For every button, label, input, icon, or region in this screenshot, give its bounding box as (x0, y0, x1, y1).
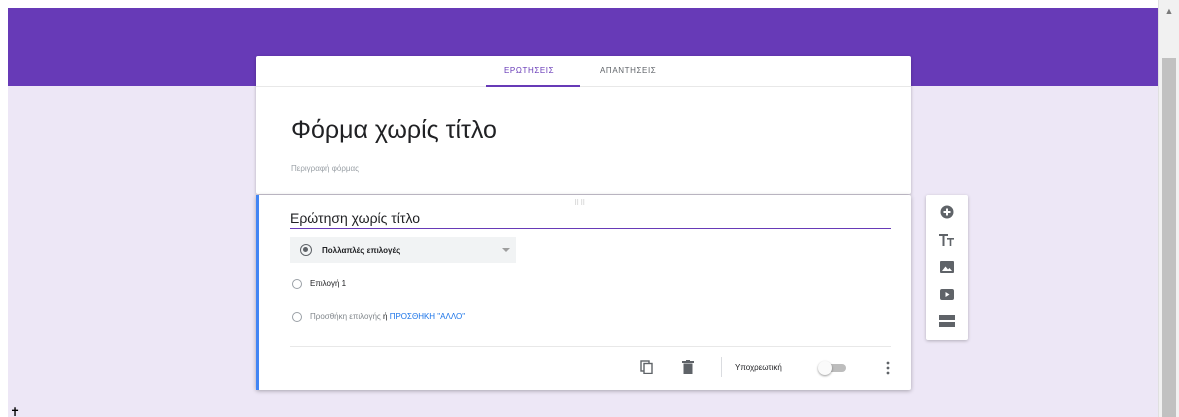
footer-vertical-divider (721, 357, 722, 377)
dropdown-arrow-icon (502, 248, 510, 252)
active-tab-indicator (486, 85, 580, 87)
scroll-thumb[interactable] (1162, 58, 1176, 417)
left-edge (0, 0, 8, 417)
duplicate-icon[interactable] (640, 360, 654, 374)
required-toggle[interactable] (818, 361, 848, 375)
add-option-button[interactable]: Προσθήκη επιλογής (310, 312, 381, 321)
side-toolbar (926, 195, 968, 340)
option-1-input[interactable]: Επιλογή 1 (310, 279, 346, 288)
form-header-card: ΕΡΩΤΗΣΕΙΣ ΑΠΑΝΤΗΣΕΙΣ Φόρμα χωρίς τίτλο Π… (256, 56, 911, 194)
question-title-underline (290, 228, 891, 229)
question-type-label: Πολλαπλές επιλογές (322, 246, 401, 255)
add-question-icon[interactable] (938, 203, 956, 221)
option-radio-icon (292, 279, 302, 289)
radio-button-icon (300, 244, 312, 256)
toggle-knob (818, 361, 832, 375)
required-label: Υποχρεωτική (735, 363, 782, 372)
question-card[interactable]: ⠿⠿ Ερώτηση χωρίς τίτλο Πολλαπλές επιλογέ… (256, 195, 911, 390)
card-footer-divider (290, 346, 891, 347)
more-options-icon[interactable] (886, 361, 890, 375)
delete-icon[interactable] (682, 360, 694, 374)
add-title-icon[interactable] (938, 231, 956, 249)
tab-responses[interactable]: ΑΠΑΝΤΗΣΕΙΣ (600, 66, 656, 75)
drag-handle-icon[interactable]: ⠿⠿ (574, 199, 586, 207)
add-other-link[interactable]: ΠΡΟΣΘΗΚΗ "ΑΛΛΟ" (390, 312, 465, 321)
top-edge (0, 0, 1179, 8)
form-description-field[interactable]: Περιγραφή φόρμας (291, 164, 359, 173)
add-option-row: Προσθήκη επιλογής ή ΠΡΟΣΘΗΚΗ "ΑΛΛΟ" (310, 312, 465, 321)
tab-bar: ΕΡΩΤΗΣΕΙΣ ΑΠΑΝΤΗΣΕΙΣ (256, 56, 911, 87)
question-type-dropdown[interactable]: Πολλαπλές επιλογές (290, 237, 516, 263)
active-card-accent (256, 195, 259, 390)
form-title[interactable]: Φόρμα χωρίς τίτλο (291, 116, 497, 145)
question-title-input[interactable]: Ερώτηση χωρίς τίτλο (290, 210, 420, 226)
add-section-icon[interactable] (938, 312, 956, 330)
add-option-or-text: ή (380, 312, 390, 321)
tab-questions[interactable]: ΕΡΩΤΗΣΕΙΣ (504, 66, 554, 75)
cursor-icon: ✝ (10, 405, 21, 417)
vertical-scrollbar[interactable]: ▲ (1158, 0, 1179, 417)
scroll-up-arrow-icon[interactable]: ▲ (1164, 6, 1174, 16)
add-option-radio-icon (292, 312, 302, 322)
add-image-icon[interactable] (938, 258, 956, 276)
add-video-icon[interactable] (938, 285, 956, 303)
